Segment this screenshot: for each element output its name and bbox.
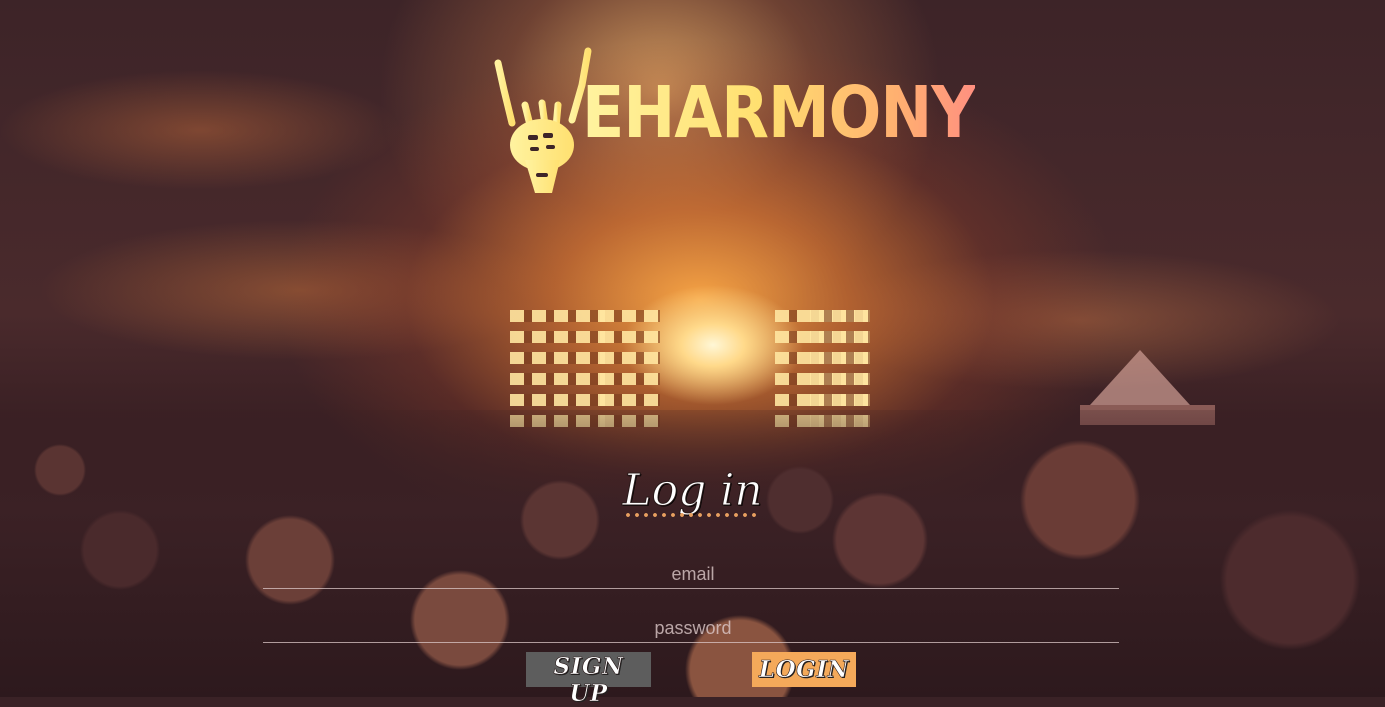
tent-roof <box>1090 350 1190 405</box>
login-button[interactable]: LOGIN <box>752 652 856 687</box>
title-underline-dots <box>625 512 760 518</box>
crowd-silhouette <box>0 410 1385 697</box>
weharmony-logo: EHARMONY <box>490 45 976 195</box>
password-input[interactable] <box>263 612 1123 644</box>
password-field[interactable] <box>263 612 1123 644</box>
sign-up-button[interactable]: SIGN UP <box>526 652 651 707</box>
email-input[interactable] <box>263 558 1123 590</box>
logo-wordmark: EHARMONY <box>582 70 976 155</box>
email-field[interactable] <box>263 558 1123 590</box>
skeleton-rock-hand-icon <box>494 47 592 193</box>
login-title: Log in <box>622 465 763 517</box>
